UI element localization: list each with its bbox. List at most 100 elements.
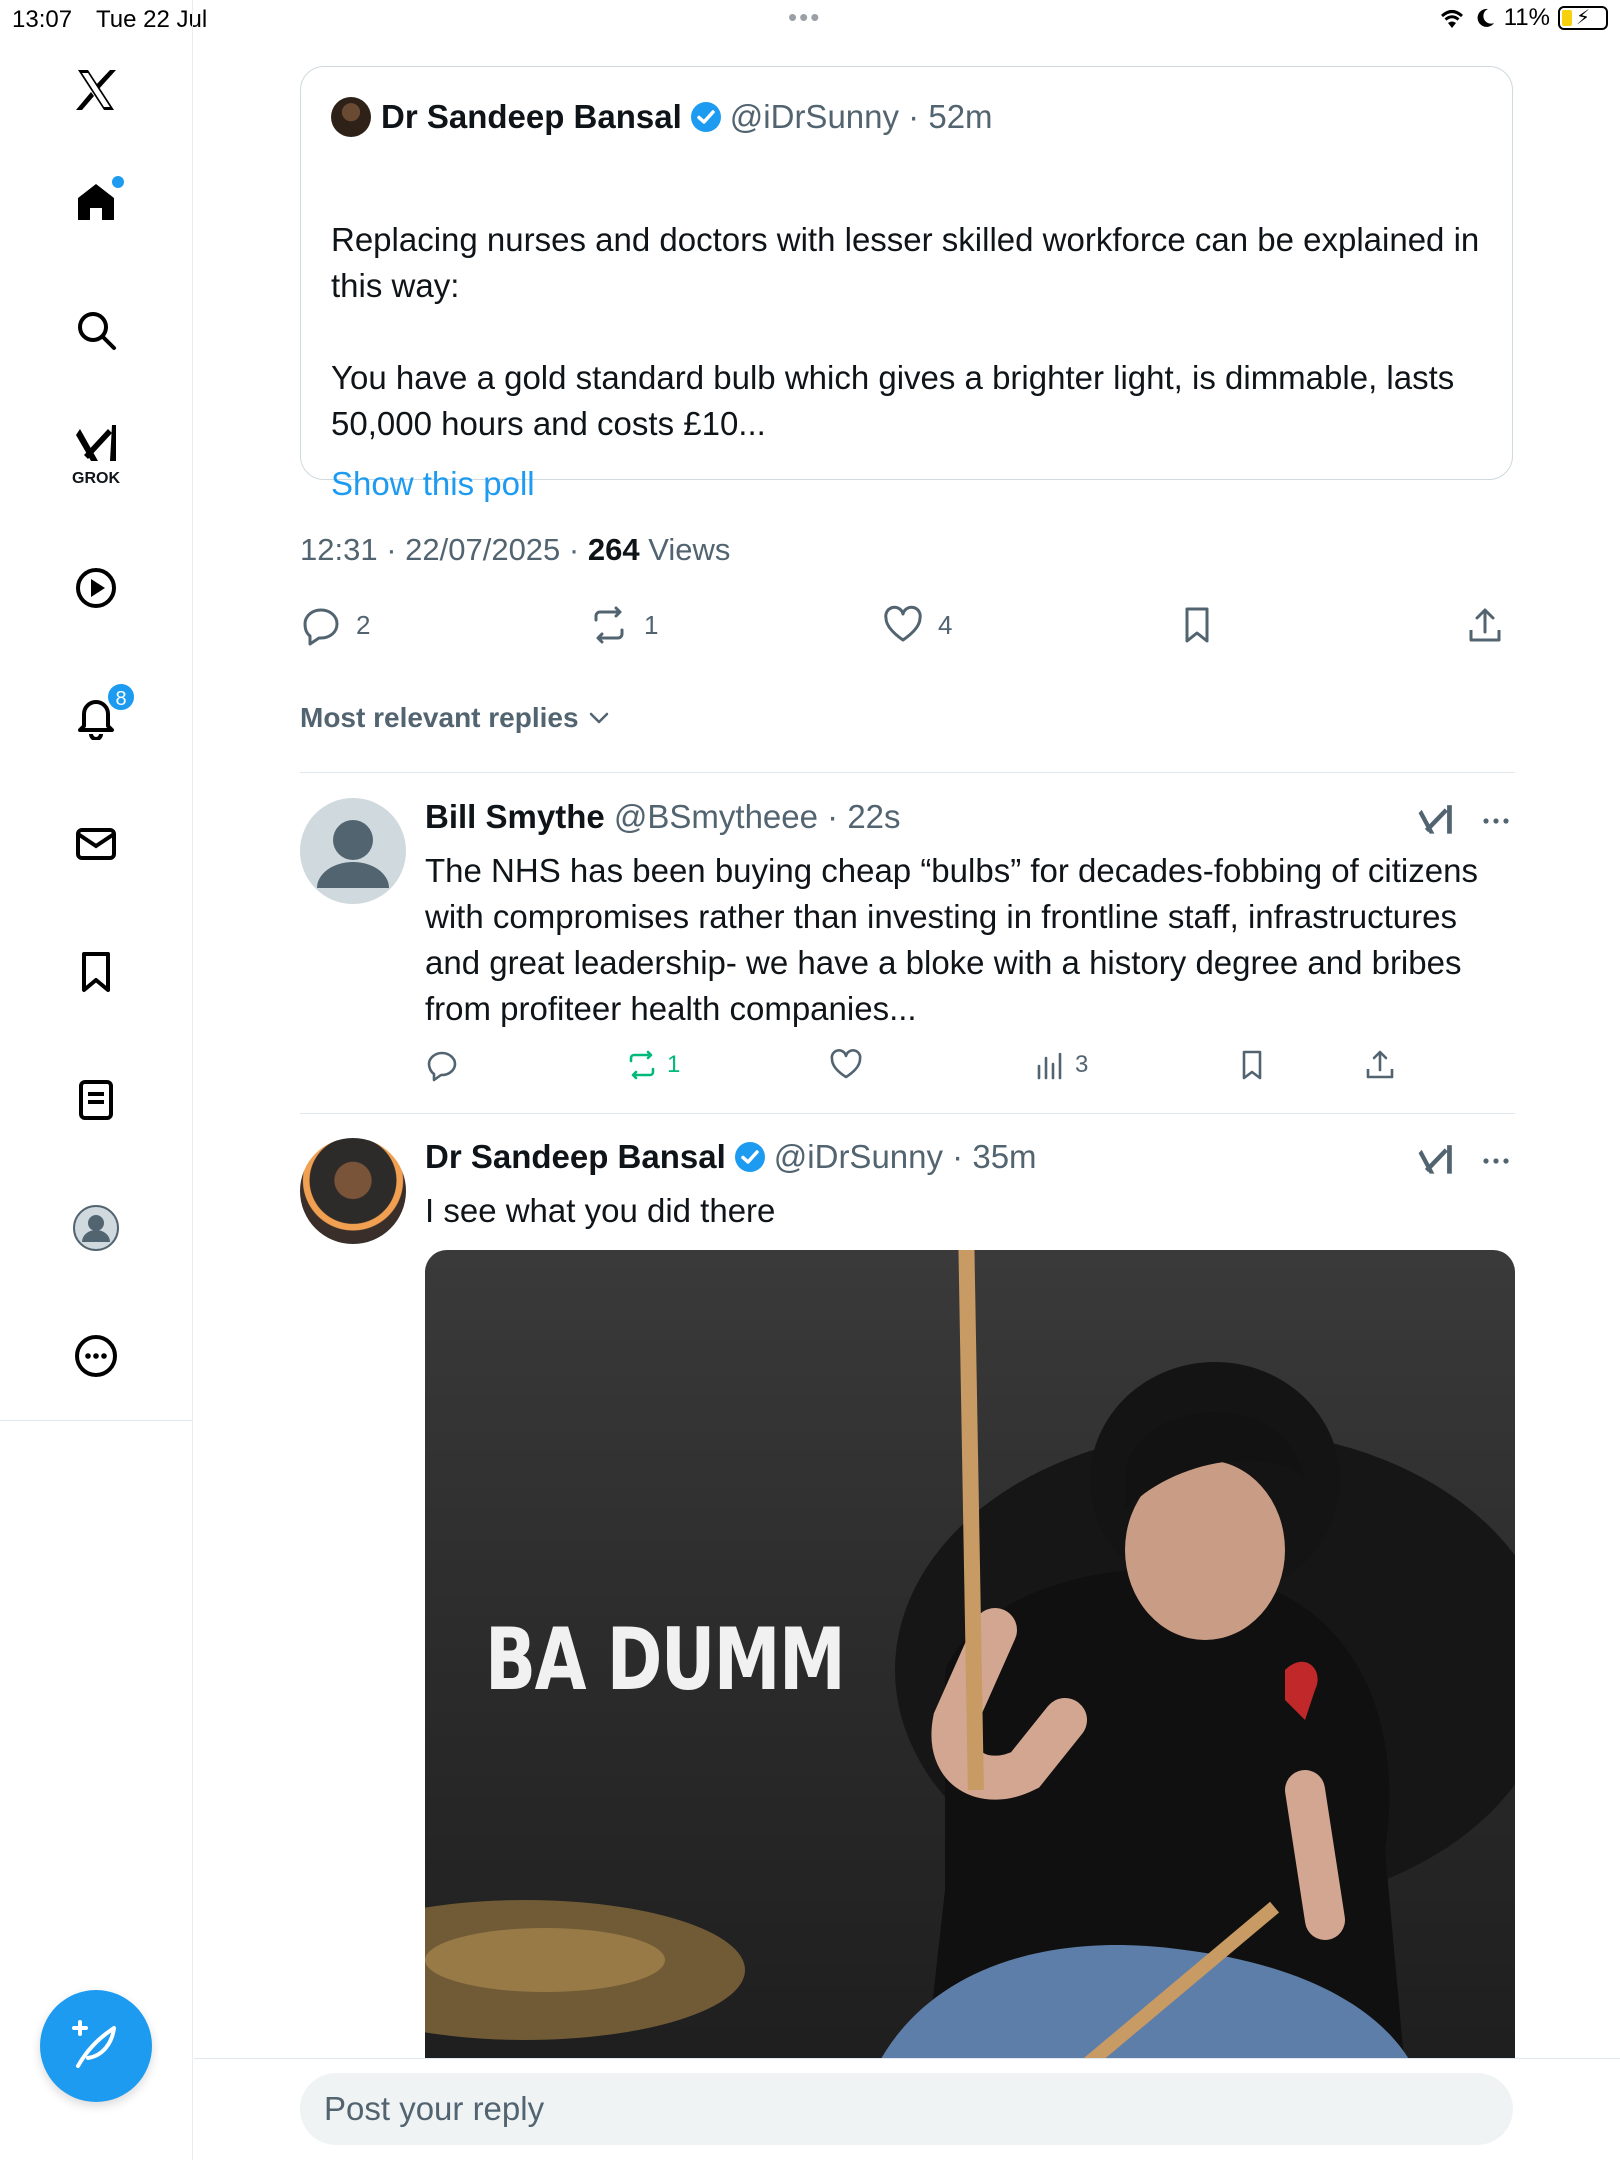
reply-author-handle[interactable]: @BSmytheee <box>614 798 818 836</box>
compose-post-button[interactable] <box>40 1990 152 2102</box>
status-bar: 13:07 Tue 22 Jul ••• 11% ⚡ <box>0 0 1620 40</box>
post-meta: 12:31 · 22/07/2025 · 264 Views <box>300 532 731 567</box>
repost-count: 1 <box>644 609 659 640</box>
moon-icon <box>1477 8 1494 27</box>
reply-post[interactable]: Dr Sandeep Bansal @iDrSunny · 35m I see … <box>300 1138 1515 2070</box>
home-unread-dot <box>112 176 124 188</box>
grok-icon <box>76 425 116 461</box>
quoted-post-header: Dr Sandeep Bansal @iDrSunny · 52m <box>331 97 993 137</box>
bookmark-icon <box>1185 607 1209 643</box>
reply-text: The NHS has been buying cheap “bulbs” fo… <box>425 852 1478 1027</box>
grok-label: GROK <box>72 470 120 487</box>
reply-author-name[interactable]: Bill Smythe <box>425 798 605 836</box>
reply-input[interactable] <box>300 2073 1513 2145</box>
post-time[interactable]: 12:31 <box>300 532 378 567</box>
replies-sort-label: Most relevant replies <box>300 702 579 733</box>
reply-author-avatar[interactable] <box>300 1138 406 1244</box>
chevron-down-icon <box>589 712 608 724</box>
quoted-post-time[interactable]: 52m <box>928 98 992 136</box>
repost-button[interactable]: 1 <box>588 604 658 646</box>
reply-views-button[interactable]: 3 <box>1033 1048 1088 1082</box>
share-icon <box>1469 608 1501 642</box>
repost-icon <box>594 606 624 644</box>
reply-bookmark-button[interactable] <box>1235 1048 1277 1082</box>
like-count: 4 <box>938 609 953 640</box>
verified-badge-icon <box>734 1142 765 1172</box>
reply-tools <box>1417 1142 1515 1180</box>
gif-overlay-text: BA DUMM <box>485 1610 846 1710</box>
quoted-para-1: Replacing nurses and doctors with lesser… <box>331 221 1480 304</box>
reply-header: Dr Sandeep Bansal @iDrSunny · 35m <box>425 1138 1037 1176</box>
more-options-icon[interactable] <box>1477 1142 1515 1180</box>
video-icon[interactable] <box>60 552 132 624</box>
quoted-para-2: You have a gold standard bulb which give… <box>331 359 1455 442</box>
grok-icon[interactable] <box>1417 1142 1455 1180</box>
quoted-post-text: Replacing nurses and doctors with lesser… <box>331 217 1481 447</box>
reply-post[interactable]: Bill Smythe @BSmytheee · 22s The NHS has… <box>300 798 1515 1098</box>
heart-icon <box>830 1049 862 1079</box>
post-date[interactable]: 22/07/2025 <box>405 532 560 567</box>
reply-like-button[interactable] <box>829 1048 871 1082</box>
show-poll-link[interactable]: Show this poll <box>331 465 535 503</box>
reply-icon <box>427 1051 457 1082</box>
lists-icon[interactable] <box>60 1064 132 1136</box>
sidebar-divider <box>0 1420 193 1421</box>
views-label[interactable]: Views <box>648 532 730 567</box>
quoted-author-handle[interactable]: @iDrSunny <box>730 98 899 136</box>
battery-icon: ⚡ <box>1558 6 1608 30</box>
views-count: 264 <box>587 532 640 567</box>
divider <box>300 1113 1515 1114</box>
messages-icon[interactable] <box>60 808 132 880</box>
wifi-icon <box>1440 10 1463 28</box>
reply-media-gif[interactable]: BA DUMM <box>425 1250 1515 2070</box>
reply-composer-bar <box>194 2058 1620 2160</box>
replies-sort-dropdown[interactable]: Most relevant replies <box>300 702 611 734</box>
compose-feather-icon <box>72 2020 116 2068</box>
repost-icon <box>629 1050 655 1080</box>
bookmark-button[interactable] <box>1176 604 1232 646</box>
share-icon <box>1366 1050 1394 1079</box>
search-icon[interactable] <box>60 294 132 366</box>
separator-dot: · <box>899 98 929 135</box>
analytics-icon <box>1037 1052 1062 1080</box>
reply-button[interactable]: 2 <box>300 604 370 646</box>
reply-actions: 1 3 <box>425 1048 1515 1092</box>
grok-icon[interactable] <box>1417 802 1455 840</box>
reply-views-count: 3 <box>1075 1051 1089 1078</box>
reply-repost-button[interactable]: 1 <box>625 1048 680 1082</box>
reply-count: 2 <box>356 609 371 640</box>
reply-text: I see what you did there <box>425 1192 776 1229</box>
notifications-badge: 8 <box>106 682 136 712</box>
more-icon[interactable] <box>60 1320 132 1392</box>
reply-author-name[interactable]: Dr Sandeep Bansal <box>425 1138 726 1176</box>
reply-time[interactable]: 22s <box>847 798 900 836</box>
quoted-post-card[interactable]: Dr Sandeep Bansal @iDrSunny · 52m Replac… <box>300 66 1513 502</box>
reply-icon <box>303 608 339 646</box>
battery-percent: 11% <box>1503 4 1550 31</box>
more-options-icon[interactable] <box>1477 802 1515 840</box>
like-button[interactable]: 4 <box>882 604 952 646</box>
multitasking-dots-icon[interactable]: ••• <box>788 2 821 33</box>
quoted-author-name[interactable]: Dr Sandeep Bansal <box>381 98 682 136</box>
reply-author-avatar[interactable] <box>300 798 406 904</box>
bookmarks-icon[interactable] <box>60 936 132 1008</box>
reply-tools <box>1417 802 1515 840</box>
share-button[interactable] <box>1464 604 1520 646</box>
profile-icon[interactable] <box>60 1192 132 1264</box>
reply-reply-button[interactable] <box>425 1048 467 1082</box>
home-icon[interactable] <box>60 166 132 238</box>
reply-repost-count: 1 <box>667 1051 681 1078</box>
notifications-icon[interactable]: 8 <box>60 680 136 752</box>
divider <box>300 772 1515 773</box>
heart-icon <box>884 605 922 642</box>
sidebar: GROK 8 <box>0 0 193 2160</box>
reply-header: Bill Smythe @BSmytheee · 22s <box>425 798 901 836</box>
reply-share-button[interactable] <box>1363 1048 1405 1082</box>
reply-time[interactable]: 35m <box>972 1138 1036 1176</box>
verified-badge-icon <box>690 102 721 132</box>
x-logo-icon[interactable] <box>60 54 132 126</box>
bookmark-icon <box>1242 1050 1262 1080</box>
quoted-author-avatar[interactable] <box>331 97 371 137</box>
grok-nav-item[interactable]: GROK <box>60 416 132 488</box>
reply-author-handle[interactable]: @iDrSunny <box>774 1138 943 1176</box>
